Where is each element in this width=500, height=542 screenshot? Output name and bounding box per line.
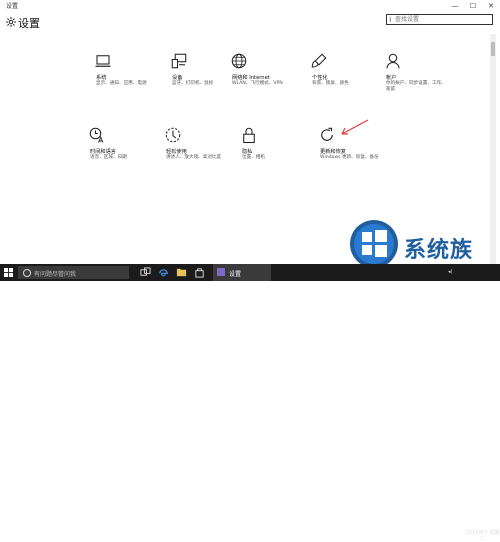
tile-name: 轻松使用 (166, 149, 187, 155)
cortana-icon (23, 269, 31, 277)
tile-desc: Windows 更新、恢复、备份 (320, 155, 379, 160)
tile-network[interactable]: 网络和 Internet WLAN、飞行模式、VPN (206, 52, 283, 112)
tile-name: 帐户 (386, 75, 397, 81)
tile-name: 隐私 (242, 149, 253, 155)
page-title: 设置 (18, 17, 40, 30)
search-box[interactable] (386, 14, 493, 25)
devices-icon (171, 53, 187, 69)
tile-name: 网络和 Internet (232, 75, 270, 81)
edge-browser-icon[interactable] (158, 267, 169, 278)
tile-system[interactable]: 系统 显示、通知、应用、电源 (70, 52, 147, 112)
scrollbar[interactable] (490, 34, 496, 264)
annotation-arrow-icon (341, 119, 369, 135)
settings-app-icon (217, 268, 225, 276)
store-icon[interactable] (194, 267, 205, 278)
paintbrush-icon (311, 53, 327, 68)
globe-icon (231, 53, 247, 69)
tile-name: 设备 (172, 75, 183, 81)
tile-time-language[interactable]: 时间和语言 语音、区域、日期 (64, 126, 128, 186)
speaker-icon[interactable]: ◂) (448, 269, 452, 275)
tile-devices[interactable]: 设备 蓝牙、打印机、鼠标 (146, 52, 213, 112)
tile-privacy[interactable]: 隐私 位置、相机 (216, 126, 280, 186)
watermark-logo-icon (350, 220, 398, 268)
window-titlebar: 设置 — ☐ ✕ (0, 0, 500, 12)
maximize-button[interactable]: ☐ (464, 0, 482, 12)
tile-desc: 你的帐户、同步设置、工作、家庭 (386, 81, 446, 92)
tile-ease-of-access[interactable]: 轻松使用 讲述人、放大镜、高对比度 (140, 126, 221, 186)
taskbar-clock[interactable]: 2015/4/7 星期二 (465, 530, 500, 542)
refresh-icon (321, 127, 333, 141)
lock-icon (243, 127, 255, 144)
file-explorer-icon[interactable] (176, 267, 187, 278)
tile-name: 个性化 (312, 75, 328, 81)
scrollbar-thumb[interactable] (491, 42, 495, 56)
clock-language-icon (89, 127, 104, 143)
task-view-icon[interactable] (140, 267, 151, 278)
tile-desc: WLAN、飞行模式、VPN (232, 81, 283, 86)
ease-of-access-icon (165, 127, 181, 143)
taskbar-app-settings[interactable]: 设置 (213, 264, 271, 281)
taskbar: 有问题尽管问我 设置 ◂) 2015/4/7 星期二 (0, 264, 500, 542)
taskbar-search-box[interactable]: 有问题尽管问我 (18, 266, 129, 279)
window-title: 设置 (6, 3, 19, 10)
taskbar-app-label: 设置 (229, 271, 242, 278)
tile-personalization[interactable]: 个性化 背景、锁屏、颜色 (286, 52, 350, 112)
taskbar-search-placeholder: 有问题尽管问我 (34, 271, 77, 278)
minimize-button[interactable]: — (446, 0, 464, 12)
close-button[interactable]: ✕ (482, 0, 500, 12)
laptop-icon (95, 55, 111, 67)
tile-accounts[interactable]: 帐户 你的帐户、同步设置、工作、家庭 (360, 52, 446, 112)
person-icon (386, 53, 400, 69)
gear-icon (6, 17, 16, 27)
tile-desc: 位置、相机 (242, 155, 265, 160)
tile-name: 时间和语言 (90, 149, 116, 155)
watermark-text: 系统族 (404, 238, 474, 263)
search-input[interactable] (389, 15, 487, 24)
tile-name: 系统 (96, 75, 107, 81)
tile-name: 更新和恢复 (320, 149, 346, 155)
windows-start-icon[interactable] (4, 268, 13, 277)
